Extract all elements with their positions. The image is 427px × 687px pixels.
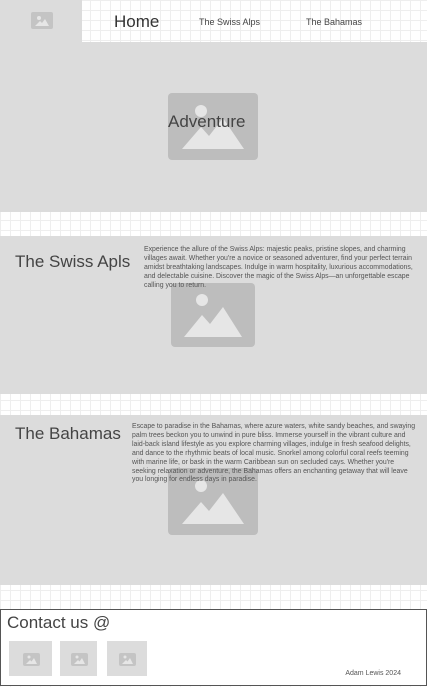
footer: Contact us @ Adam Lewis 2024 <box>0 609 427 686</box>
image-placeholder-icon <box>119 652 136 666</box>
footer-credit: Adam Lewis 2024 <box>345 670 401 677</box>
nav-home-link[interactable]: Home <box>114 12 159 32</box>
social-link[interactable] <box>9 641 52 676</box>
hero-title: Adventure <box>168 112 246 131</box>
hero-section: Adventure <box>0 42 427 212</box>
nav-swiss-alps-link[interactable]: The Swiss Alps <box>199 17 260 27</box>
section-title: The Bahamas <box>15 424 121 443</box>
social-link[interactable] <box>107 641 147 676</box>
contact-heading: Contact us @ <box>7 613 111 632</box>
social-link[interactable] <box>60 641 97 676</box>
image-placeholder-icon <box>70 652 88 666</box>
section-description: Experience the allure of the Swiss Alps:… <box>144 246 413 289</box>
nav-bahamas-link[interactable]: The Bahamas <box>306 17 362 27</box>
logo[interactable] <box>0 0 82 42</box>
image-placeholder-icon <box>31 12 53 29</box>
swiss-alps-section: The Swiss Apls Experience the allure of … <box>0 236 427 394</box>
image-placeholder-icon <box>22 652 40 666</box>
bahamas-section: The Bahamas Escape to paradise in the Ba… <box>0 415 427 585</box>
section-title: The Swiss Apls <box>15 252 131 271</box>
image-placeholder-icon <box>171 283 255 347</box>
section-description: Escape to paradise in the Bahamas, where… <box>132 423 416 484</box>
